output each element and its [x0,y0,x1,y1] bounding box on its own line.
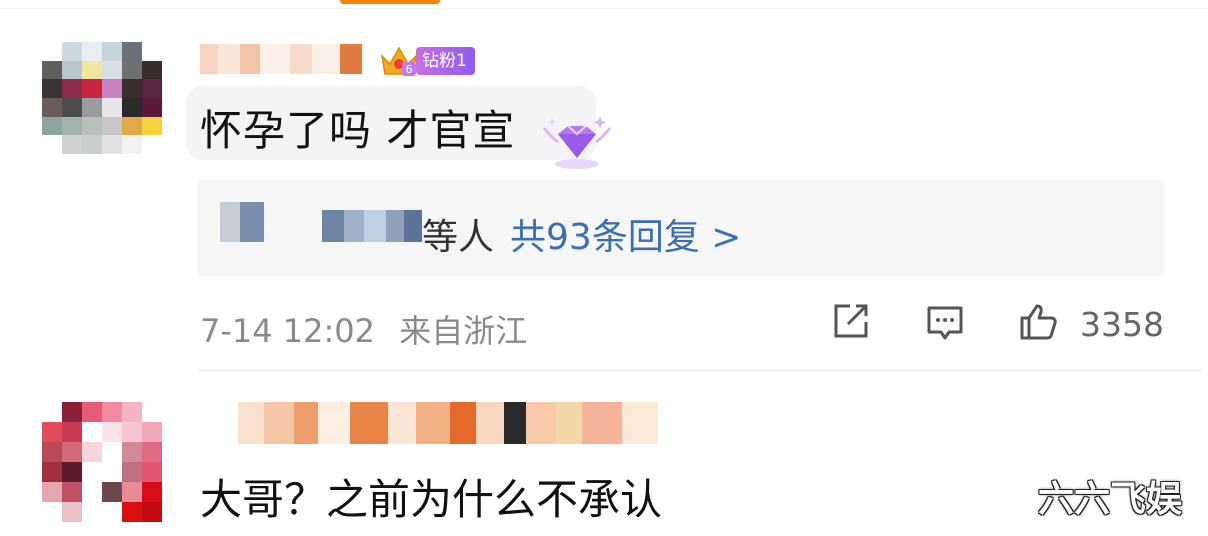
reply-count-link[interactable]: 共93条回复 > [510,217,741,258]
avatar[interactable] [42,42,162,154]
username-blurred[interactable] [200,44,362,74]
replies-summary[interactable]: 等人 共93条回复 > [422,208,741,260]
crown-icon: 6 [378,44,420,78]
like-icon[interactable] [1018,302,1058,342]
fan-badge[interactable]: 6 钻粉1 [378,44,475,78]
active-tab-indicator [340,0,440,4]
diamond-gem-icon [542,116,612,169]
avatar[interactable] [42,402,162,522]
top-divider [0,8,1208,9]
share-icon[interactable] [830,302,870,342]
comment-meta: 7-14 12:02 来自浙江 [200,306,527,352]
badge-label: 钻粉1 [416,47,475,75]
comment-icon[interactable] [925,302,965,342]
reply-avatar-blurred [220,202,264,242]
comment-location: 来自浙江 [399,312,528,350]
comment-date: 7-14 12:02 [200,312,376,350]
comment-text: 怀孕了吗 才官宣 [200,106,516,155]
like-count: 3358 [1080,305,1164,344]
username-blurred[interactable] [238,402,658,444]
badge-level: 6 [406,63,413,76]
reply-who: 等人 [422,217,495,258]
reply-names-blurred [322,210,422,242]
comment-text: 大哥？之前为什么不承认 [200,475,663,524]
watermark: 六六飞娱 [1038,479,1183,520]
comment-divider [198,370,1202,371]
